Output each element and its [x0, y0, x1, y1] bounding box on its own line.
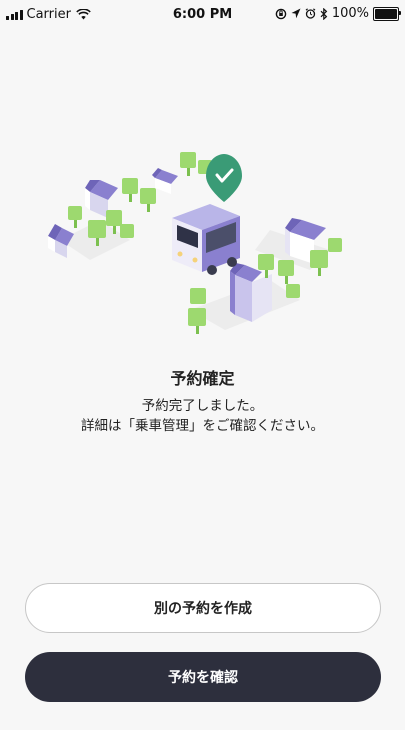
battery-icon: [373, 6, 401, 21]
bus-with-check-marker-illustration: [48, 152, 342, 334]
rotation-lock-icon: [275, 8, 287, 19]
confirm-reservation-label: 予約を確認: [168, 670, 238, 686]
confirmation-message: 予約完了しました。 詳細は「乗車管理」をご確認ください。: [0, 396, 405, 436]
bus-icon: [172, 204, 240, 275]
check-marker-icon: [206, 154, 242, 202]
create-another-reservation-button[interactable]: 別の予約を作成: [25, 583, 381, 633]
location-icon: [291, 8, 301, 19]
create-another-reservation-label: 別の予約を作成: [154, 601, 252, 617]
confirmation-title: 予約確定: [170, 369, 235, 388]
message-line-1: 予約完了しました。: [141, 398, 264, 414]
alarm-icon: [305, 8, 316, 19]
status-right: 100%: [275, 6, 401, 21]
bluetooth-icon: [320, 7, 328, 20]
status-bar: Carrier 6:00 PM 100%: [0, 0, 405, 30]
battery-percent: 100%: [331, 6, 369, 21]
message-line-2: 詳細は「乗車管理」をご確認ください。: [81, 418, 324, 434]
confirm-reservation-button[interactable]: 予約を確認: [25, 652, 381, 702]
